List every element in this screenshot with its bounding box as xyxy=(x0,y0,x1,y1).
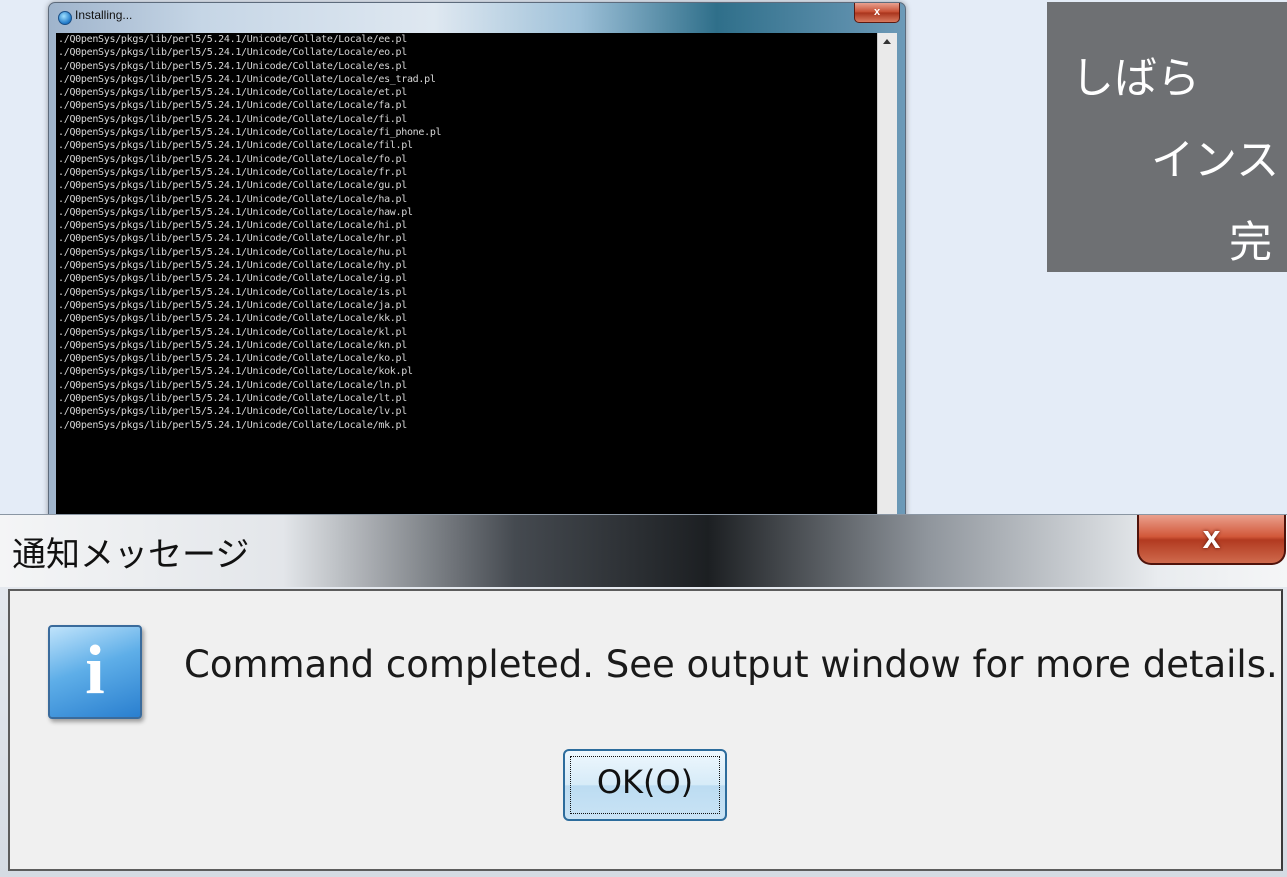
console-line: ./Q0penSys/pkgs/lib/perl5/5.24.1/Unicode… xyxy=(58,353,407,365)
ok-button-label: OK(O) xyxy=(596,763,694,801)
console-line: ./Q0penSys/pkgs/lib/perl5/5.24.1/Unicode… xyxy=(58,153,407,165)
information-glyph: i xyxy=(85,632,105,709)
console-line: ./Q0penSys/pkgs/lib/perl5/5.24.1/Unicode… xyxy=(58,233,407,245)
console-line: ./Q0penSys/pkgs/lib/perl5/5.24.1/Unicode… xyxy=(58,180,407,192)
console-line: ./Q0penSys/pkgs/lib/perl5/5.24.1/Unicode… xyxy=(58,299,407,311)
console-output: ./Q0penSys/pkgs/lib/perl5/5.24.1/Unicode… xyxy=(56,33,877,561)
information-icon: i xyxy=(48,625,142,719)
app-icon xyxy=(58,11,72,25)
console-line: ./Q0penSys/pkgs/lib/perl5/5.24.1/Unicode… xyxy=(58,379,407,391)
dialog-title-bar[interactable]: 通知メッセージ x xyxy=(0,515,1287,587)
installing-close-button[interactable]: x xyxy=(854,3,900,23)
notification-dialog: 通知メッセージ x i Command completed. See outpu… xyxy=(0,514,1287,877)
console-line: ./Q0penSys/pkgs/lib/perl5/5.24.1/Unicode… xyxy=(58,73,436,85)
console-line: ./Q0penSys/pkgs/lib/perl5/5.24.1/Unicode… xyxy=(58,220,407,232)
info-line-2: インス xyxy=(1151,136,1280,186)
console-line: ./Q0penSys/pkgs/lib/perl5/5.24.1/Unicode… xyxy=(58,273,407,285)
dialog-message: Command completed. See output window for… xyxy=(184,643,1278,686)
console-line: ./Q0penSys/pkgs/lib/perl5/5.24.1/Unicode… xyxy=(58,246,407,258)
console-line: ./Q0penSys/pkgs/lib/perl5/5.24.1/Unicode… xyxy=(58,419,407,431)
info-line-1: しばら xyxy=(1071,54,1200,104)
console-line: ./Q0penSys/pkgs/lib/perl5/5.24.1/Unicode… xyxy=(58,313,407,325)
console-line: ./Q0penSys/pkgs/lib/perl5/5.24.1/Unicode… xyxy=(58,100,407,112)
console-line: ./Q0penSys/pkgs/lib/perl5/5.24.1/Unicode… xyxy=(58,113,407,125)
console-scrollbar[interactable] xyxy=(877,33,897,561)
console-line: ./Q0penSys/pkgs/lib/perl5/5.24.1/Unicode… xyxy=(58,47,407,59)
installing-window: Installing... x ./Q0penSys/pkgs/lib/perl… xyxy=(48,2,906,564)
dialog-title: 通知メッセージ xyxy=(12,535,250,575)
console-line: ./Q0penSys/pkgs/lib/perl5/5.24.1/Unicode… xyxy=(58,326,407,338)
dialog-body: i Command completed. See output window f… xyxy=(8,589,1283,871)
installing-title: Installing... xyxy=(75,8,133,22)
console-line: ./Q0penSys/pkgs/lib/perl5/5.24.1/Unicode… xyxy=(58,60,407,72)
console-line: ./Q0penSys/pkgs/lib/perl5/5.24.1/Unicode… xyxy=(58,339,407,351)
scroll-up-arrow-icon[interactable] xyxy=(883,39,891,44)
console-line: ./Q0penSys/pkgs/lib/perl5/5.24.1/Unicode… xyxy=(58,406,407,418)
console-line: ./Q0penSys/pkgs/lib/perl5/5.24.1/Unicode… xyxy=(58,366,413,378)
info-panel: しばら インス 完 xyxy=(1047,2,1287,272)
dialog-close-button[interactable]: x xyxy=(1137,515,1286,565)
info-line-3: 完 xyxy=(1229,218,1272,268)
ok-button[interactable]: OK(O) xyxy=(563,749,727,821)
console-line: ./Q0penSys/pkgs/lib/perl5/5.24.1/Unicode… xyxy=(58,193,407,205)
console-line: ./Q0penSys/pkgs/lib/perl5/5.24.1/Unicode… xyxy=(58,206,413,218)
console-line: ./Q0penSys/pkgs/lib/perl5/5.24.1/Unicode… xyxy=(58,34,407,45)
console-line: ./Q0penSys/pkgs/lib/perl5/5.24.1/Unicode… xyxy=(58,260,407,272)
console-line: ./Q0penSys/pkgs/lib/perl5/5.24.1/Unicode… xyxy=(58,140,413,152)
console-line: ./Q0penSys/pkgs/lib/perl5/5.24.1/Unicode… xyxy=(58,393,407,405)
console-line: ./Q0penSys/pkgs/lib/perl5/5.24.1/Unicode… xyxy=(58,286,407,298)
console-line: ./Q0penSys/pkgs/lib/perl5/5.24.1/Unicode… xyxy=(58,166,407,178)
installing-title-bar[interactable]: Installing... x xyxy=(49,3,905,32)
console-line: ./Q0penSys/pkgs/lib/perl5/5.24.1/Unicode… xyxy=(58,127,442,139)
console-line: ./Q0penSys/pkgs/lib/perl5/5.24.1/Unicode… xyxy=(58,87,407,99)
